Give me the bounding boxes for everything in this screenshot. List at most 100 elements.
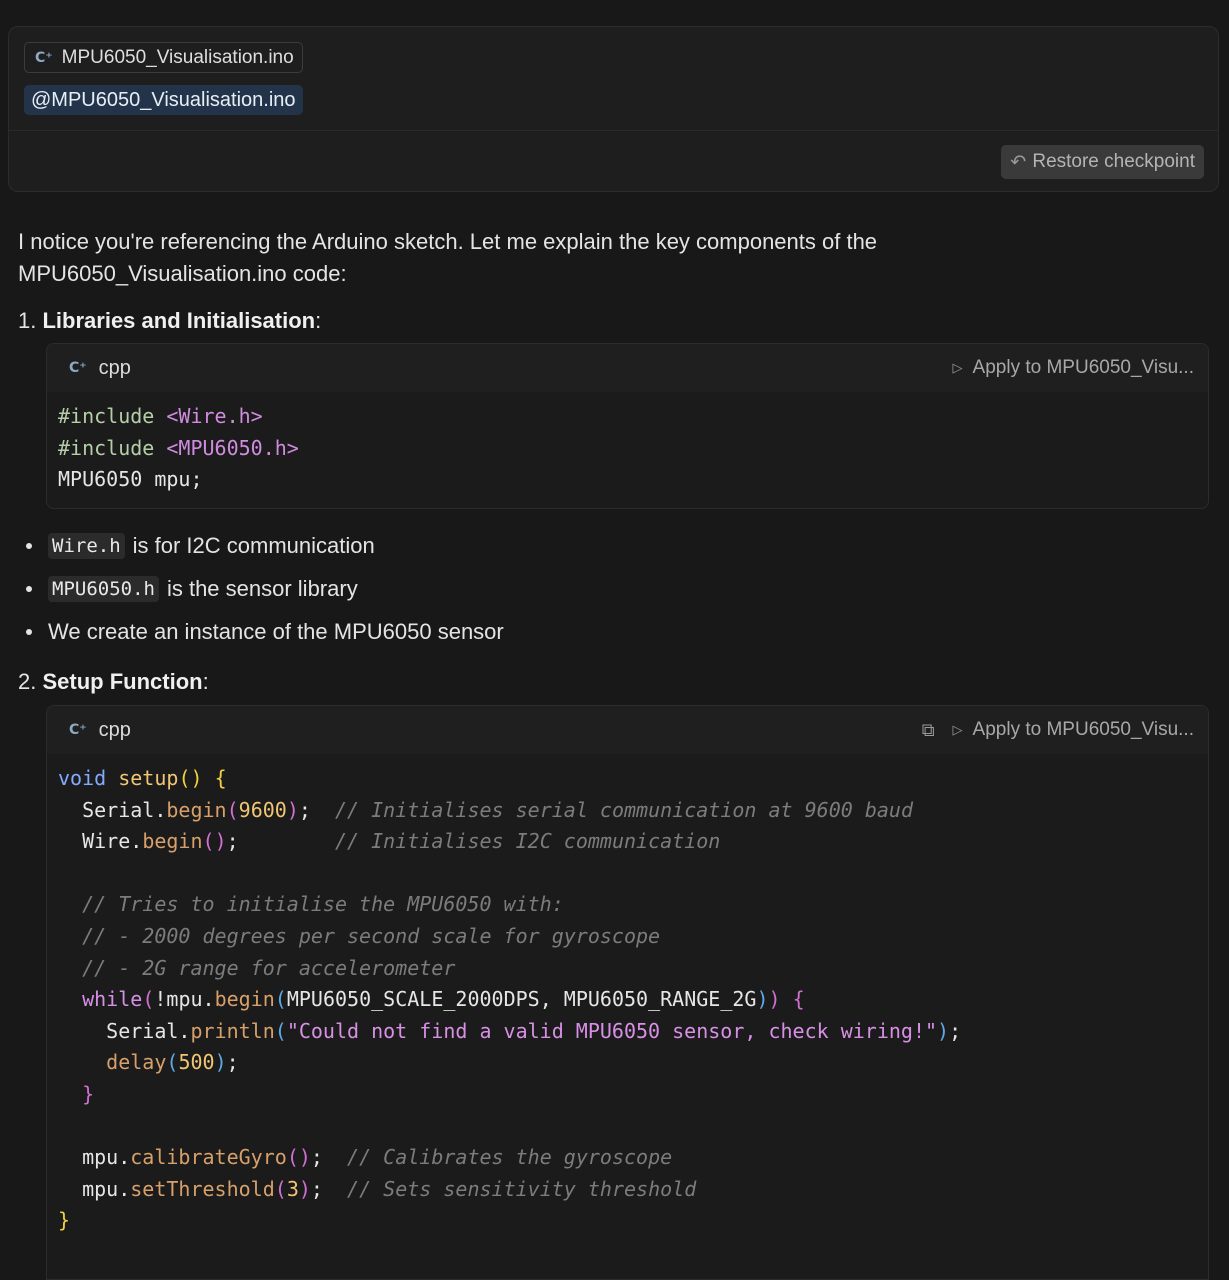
token: MPU6050 mpu; — [58, 467, 203, 492]
token: ( — [226, 797, 239, 822]
token: { — [792, 987, 805, 1012]
token: } — [82, 1081, 95, 1106]
token: Serial. — [106, 1018, 191, 1043]
list-item-text: is the sensor library — [166, 576, 358, 601]
code-line: Wire.begin(); // Initialises I2C communi… — [58, 826, 1197, 858]
list-item-text: We create an instance of the MPU6050 sen… — [48, 619, 504, 644]
code-line: #include <Wire.h> — [58, 401, 1197, 433]
code-line: Serial.begin(9600); // Initialises seria… — [58, 795, 1197, 827]
code-comment: // Sets sensitivity threshold — [347, 1176, 697, 1201]
token: !mpu. — [154, 987, 215, 1012]
list-item: MPU6050.h is the sensor library — [20, 573, 358, 605]
section-heading-2: 2. Setup Function: — [18, 667, 209, 697]
token: ) — [768, 987, 781, 1012]
token: begin — [142, 829, 203, 854]
token: { — [214, 766, 227, 790]
token: ) — [937, 1018, 950, 1043]
code-language: cpp — [98, 718, 131, 741]
token: ; — [949, 1018, 962, 1043]
list-item-text: is for I2C communication — [132, 533, 375, 558]
code-line: // Tries to initialise the MPU6050 with: — [58, 889, 1197, 921]
code-line: delay(500); — [58, 1047, 1197, 1079]
copy-icon[interactable]: ⧉ — [922, 720, 935, 741]
file-context-chip[interactable]: C⁺ MPU6050_Visualisation.ino — [24, 42, 303, 73]
token: while — [82, 987, 143, 1012]
bullet-dot — [26, 543, 32, 549]
token: 3 — [286, 1176, 299, 1201]
file-mention[interactable]: @MPU6050_Visualisation.ino — [24, 85, 303, 115]
cpp-file-icon: C⁺ — [69, 722, 87, 738]
section-number: 2. — [18, 669, 37, 694]
code-body[interactable]: #include <Wire.h> #include <MPU6050.h> MPU… — [47, 392, 1208, 505]
apply-label: Apply to MPU6050_Visu... — [972, 719, 1194, 740]
play-icon: ▷ — [952, 722, 963, 738]
code-line: mpu.calibrateGyro(); // Calibrates the g… — [58, 1142, 1197, 1174]
token: ( — [274, 987, 287, 1012]
token: begin — [166, 797, 227, 822]
section-title: Setup Function — [42, 669, 203, 694]
token: 500 — [178, 1050, 215, 1075]
restore-checkpoint-button[interactable]: ↶ Restore checkpoint — [1001, 145, 1204, 179]
code-block-header: C⁺ cpp ▷ Apply to MPU6050_Visu... — [47, 344, 1208, 392]
token: calibrateGyro — [130, 1145, 287, 1170]
code-block-1: C⁺ cpp ▷ Apply to MPU6050_Visu... #inclu… — [46, 343, 1209, 509]
code-body[interactable]: void setup() { Serial.begin(9600); // In… — [47, 754, 1208, 1246]
code-line: mpu.setThreshold(3); // Sets sensitivity… — [58, 1174, 1197, 1206]
section-title: Libraries and Initialisation — [42, 308, 316, 333]
list-item: We create an instance of the MPU6050 sen… — [20, 616, 504, 648]
apply-button[interactable]: ▷ Apply to MPU6050_Visu... — [953, 357, 1194, 379]
token: ; — [310, 1145, 323, 1170]
code-line: while(!mpu.begin(MPU6050_SCALE_2000DPS, … — [58, 984, 1197, 1016]
code-comment: // - 2000 degrees per second scale for g… — [82, 923, 661, 948]
token: ( — [274, 1018, 287, 1043]
token: Wire. — [82, 829, 143, 854]
code-line: // - 2000 degrees per second scale for g… — [58, 921, 1197, 953]
token: setThreshold — [130, 1176, 275, 1201]
token: #include — [58, 435, 155, 460]
inline-code: MPU6050.h — [48, 576, 159, 602]
code-line: #include <MPU6050.h> — [58, 433, 1197, 465]
bullet-dot — [26, 629, 32, 635]
code-comment: // Tries to initialise the MPU6050 with: — [82, 892, 564, 917]
code-comment: // - 2G range for accelerometer — [82, 955, 456, 980]
token: delay — [106, 1050, 167, 1075]
token: ; — [310, 1176, 323, 1201]
query-card: C⁺ MPU6050_Visualisation.ino @MPU6050_Vi… — [8, 26, 1219, 192]
cpp-file-icon: C⁺ — [69, 360, 87, 376]
token: #include — [58, 404, 155, 428]
token: setup — [118, 766, 179, 790]
token: <MPU6050.h> — [166, 435, 299, 460]
token: ; — [298, 797, 311, 822]
token: ( — [142, 987, 155, 1012]
code-comment: // Initialises I2C communication — [335, 829, 721, 854]
file-chip-label: MPU6050_Visualisation.ino — [61, 46, 294, 68]
token: MPU6050_SCALE_2000DPS, MPU6050_RANGE_2G — [286, 987, 757, 1012]
code-line: // - 2G range for accelerometer — [58, 953, 1197, 985]
code-block-2: C⁺ cpp ⧉ ▷ Apply to MPU6050_Visu... void… — [46, 705, 1209, 1280]
token: () — [286, 1145, 311, 1170]
token: ) — [214, 1050, 227, 1075]
token: () — [178, 766, 203, 790]
token: ) — [756, 987, 769, 1012]
token: <Wire.h> — [166, 404, 263, 428]
section-suffix: : — [315, 308, 322, 333]
token: ) — [286, 797, 299, 822]
token: 9600 — [238, 797, 287, 822]
code-line: MPU6050 mpu; — [58, 464, 1197, 496]
code-comment: // Initialises serial communication at 9… — [335, 797, 913, 822]
token: () — [202, 829, 227, 854]
apply-button[interactable]: ▷ Apply to MPU6050_Visu... — [953, 719, 1194, 741]
card-divider — [9, 130, 1218, 131]
cpp-file-icon: C⁺ — [35, 49, 53, 66]
token: begin — [214, 987, 275, 1012]
token: } — [58, 1208, 71, 1233]
play-icon: ▷ — [952, 360, 963, 376]
section-heading-1: 1. Libraries and Initialisation: — [18, 306, 321, 336]
code-language: cpp — [98, 356, 131, 379]
token: ; — [226, 1050, 239, 1075]
token: ( — [274, 1176, 287, 1201]
token: "Could not find a valid MPU6050 sensor, … — [286, 1018, 938, 1043]
section-suffix: : — [202, 669, 209, 694]
code-block-header: C⁺ cpp ⧉ ▷ Apply to MPU6050_Visu... — [47, 706, 1208, 754]
token: println — [190, 1018, 275, 1043]
